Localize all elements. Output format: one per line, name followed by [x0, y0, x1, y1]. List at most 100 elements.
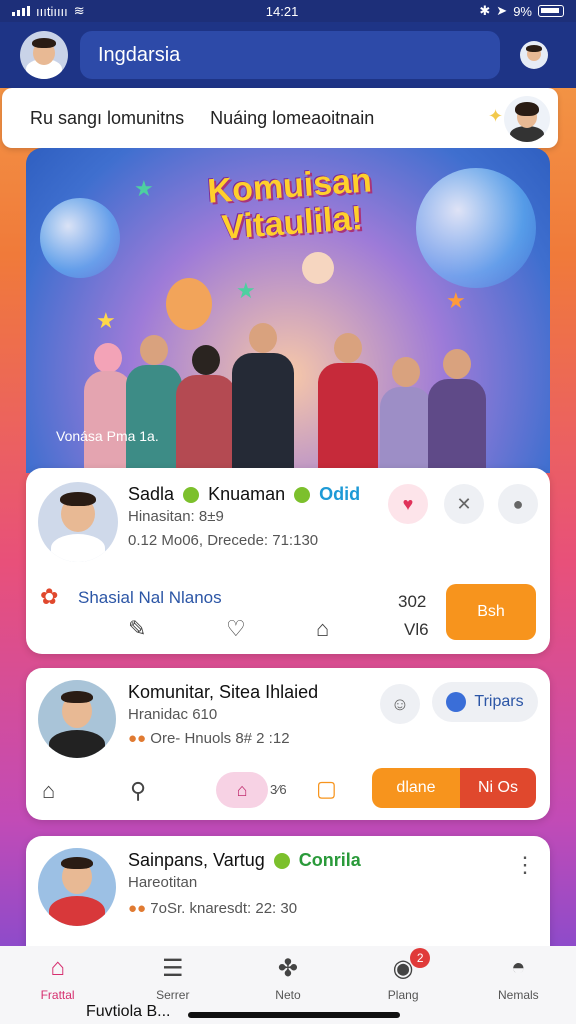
blue-dot-icon [446, 692, 467, 712]
apps-icon: ✤ [277, 955, 299, 982]
card-subtitle: Hareotitan [128, 874, 198, 891]
emoji-icon: ●● [128, 730, 147, 747]
list-icon: ☰ [162, 955, 184, 982]
carrier-label: ıııtiıııı [36, 3, 68, 19]
nav-label: Frattal [40, 988, 75, 1002]
card-title: Sadla Knuaman Odid [128, 484, 360, 505]
join-label: Bsh [477, 603, 505, 620]
verified-icon [183, 487, 200, 504]
bubble-decoration [40, 198, 120, 278]
banner-title: Komuisan Vitaulila! [174, 160, 409, 251]
signal-icon [12, 6, 30, 16]
home-outline-icon[interactable]: ⌂ [42, 778, 55, 804]
card-meta-text: 7oSr. knaresdt: 22: 30 [150, 900, 298, 917]
hero-banner[interactable]: ★ ★ ★ ★ Komuisan Vitaulila! Vonása Pma 1… [26, 148, 550, 473]
nav-item-list[interactable]: ☰ Serrer [128, 954, 218, 1002]
heart-icon-button[interactable]: ♥ [388, 484, 428, 524]
more-options-icon[interactable]: ⋮ [514, 852, 536, 878]
star-icon: ★ [134, 176, 154, 201]
nav-label: Neto [275, 988, 301, 1002]
nav-label: Serrer [156, 988, 190, 1002]
card-avatar [38, 680, 116, 758]
status-bar: ıııtiıııı ≋ 14:21 ✱ ➤ 9% [0, 0, 576, 22]
flower-icon: ✿ [40, 584, 59, 609]
mascot-figure [166, 278, 212, 330]
card-subtitle: Hranidac 610 [128, 706, 218, 723]
home-icon: ⌂ [50, 954, 65, 981]
join-button[interactable]: Bsh [446, 584, 536, 640]
pill-label: Tripars [474, 693, 524, 710]
nav-label: Nemals [498, 988, 539, 1002]
search-icon[interactable]: ⚲ [130, 778, 146, 804]
search-text: Ingdarsia [98, 43, 181, 66]
person-figure [318, 333, 378, 473]
verified-icon [294, 487, 311, 504]
search-input[interactable]: Ingdarsia [80, 31, 500, 79]
profile-avatar[interactable] [520, 41, 548, 69]
chat-bubble-icon[interactable]: ▢ [316, 776, 337, 802]
location-icon: ➤ [496, 3, 508, 18]
nav-item-chat[interactable]: ◉ 2 Plang [358, 948, 448, 1002]
community-name[interactable]: Shasial Nal Nlanos [78, 588, 222, 608]
user-icon-button[interactable]: ● [498, 484, 538, 524]
community-tabs: Ru sangı lomunitns Nuáing lomeaoitnain ✦ [2, 88, 558, 148]
like-count: 3⁄6 [270, 782, 287, 797]
clock: 14:21 [265, 3, 299, 19]
bluetooth-icon: ✱ [479, 3, 491, 18]
community-card[interactable]: Komunitar, Sitea Ihlaied Hranidac 610 ●●… [26, 668, 550, 820]
comment-icon[interactable]: ✎ [128, 616, 146, 642]
person-figure [380, 357, 432, 473]
card-title-text: Sainpans, Vartug [128, 850, 265, 870]
card-title: Sainpans, Vartug Conrila [128, 850, 361, 871]
bubble-decoration [416, 168, 536, 288]
person-figure [126, 335, 182, 473]
action-button[interactable]: Ni Os [460, 768, 536, 808]
nav-item-apps[interactable]: ✤ Neto [243, 954, 333, 1002]
notification-badge: 2 [410, 948, 431, 968]
card-title: Komunitar, Sitea Ihlaied [128, 682, 319, 702]
profile-icon: ◓ [511, 954, 526, 981]
calendar-label: dlane [396, 779, 436, 796]
battery-percent: 9% [513, 3, 532, 19]
nav-item-home[interactable]: ⌂ Frattal [13, 954, 103, 1002]
person-icon-button[interactable]: ☺ [380, 684, 420, 724]
community-card[interactable]: Sadla Knuaman Odid Hinasitan: 8±9 0.12 M… [26, 468, 550, 654]
member-avatar[interactable] [504, 96, 550, 142]
card-meta-text: Ore- Hnuols 8# 2 :12 [150, 730, 290, 747]
share-icon[interactable]: ⌂ [316, 616, 329, 642]
card-avatar [38, 482, 118, 562]
calendar-button[interactable]: dlane [372, 768, 460, 808]
home-indicator[interactable] [188, 1012, 400, 1018]
card-name: Sadla [128, 484, 175, 504]
emoji-icon: ●● [128, 900, 147, 917]
user-avatar[interactable] [20, 31, 68, 79]
card-avatar [38, 848, 116, 926]
nav-item-profile[interactable]: ◓ Nemals [473, 954, 563, 1002]
app-header: Ingdarsia [0, 22, 576, 88]
star-icon: ★ [96, 308, 116, 333]
verified-icon [273, 853, 290, 870]
stat-count: 302 [398, 592, 427, 611]
card-name2: Knuaman [208, 484, 286, 504]
like-pill[interactable]: ⌂ [216, 772, 268, 808]
card-subtitle: Hinasitan: 8±9 [128, 508, 224, 525]
person-figure [176, 345, 236, 473]
pin-icon-button[interactable]: ✕ [444, 484, 484, 524]
tab-ruang-komunitas-lain[interactable]: Nuáing lomeaoitnain [210, 108, 374, 129]
tab-ruang-komunitas[interactable]: Ru sangı lomunitns [30, 108, 184, 129]
stat-count-2: Vl6 [404, 620, 429, 639]
person-figure [232, 323, 294, 473]
peek-card-title: Fuvtiola B... [86, 1003, 171, 1020]
tripars-pill[interactable]: Tripars [432, 682, 538, 722]
nav-label: Plang [387, 988, 419, 1002]
heart-outline-icon[interactable]: ♡ [226, 616, 246, 642]
card-badge: Conrila [298, 850, 361, 870]
star-icon: ★ [236, 278, 256, 303]
card-meta: 0.12 Mo06, Drecede: 71:130 [128, 532, 319, 549]
card-badge: Odid [319, 484, 361, 504]
sparkle-icon: ✦ [488, 106, 504, 126]
person-figure [428, 349, 486, 473]
star-icon: ★ [446, 288, 466, 313]
action-label: Ni Os [478, 779, 518, 796]
person-figure [84, 343, 132, 473]
